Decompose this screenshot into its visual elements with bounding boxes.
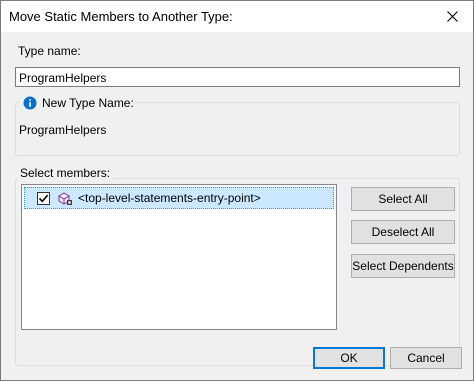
member-name: <top-level-statements-entry-point>	[78, 191, 261, 205]
type-name-label: Type name:	[18, 44, 81, 58]
title-bar: Move Static Members to Another Type:	[1, 1, 473, 32]
close-button[interactable]	[437, 3, 467, 29]
info-icon	[23, 96, 37, 110]
move-static-members-dialog: Move Static Members to Another Type: Typ…	[0, 0, 474, 381]
close-icon	[446, 10, 458, 22]
list-item[interactable]: <top-level-statements-entry-point>	[24, 187, 334, 209]
dialog-body: Type name: ProgramHelpers New Type Name:…	[1, 32, 473, 380]
new-type-value: ProgramHelpers	[19, 123, 107, 137]
members-list[interactable]: <top-level-statements-entry-point>	[21, 184, 337, 330]
new-type-label: New Type Name:	[42, 96, 134, 110]
select-members-label: Select members:	[20, 166, 111, 180]
type-name-input[interactable]: ProgramHelpers	[15, 67, 460, 87]
members-group-header: Select members:	[17, 166, 114, 180]
deselect-all-button[interactable]: Deselect All	[351, 220, 455, 244]
new-type-group-header: New Type Name:	[20, 96, 137, 110]
check-icon	[38, 194, 49, 202]
member-checkbox[interactable]	[37, 191, 50, 205]
cancel-button[interactable]: Cancel	[390, 347, 462, 369]
select-all-button[interactable]: Select All	[351, 187, 455, 211]
static-member-icon	[58, 192, 72, 205]
ok-button[interactable]: OK	[313, 347, 385, 369]
dialog-title: Move Static Members to Another Type:	[9, 9, 233, 24]
select-dependents-button[interactable]: Select Dependents	[351, 254, 455, 278]
